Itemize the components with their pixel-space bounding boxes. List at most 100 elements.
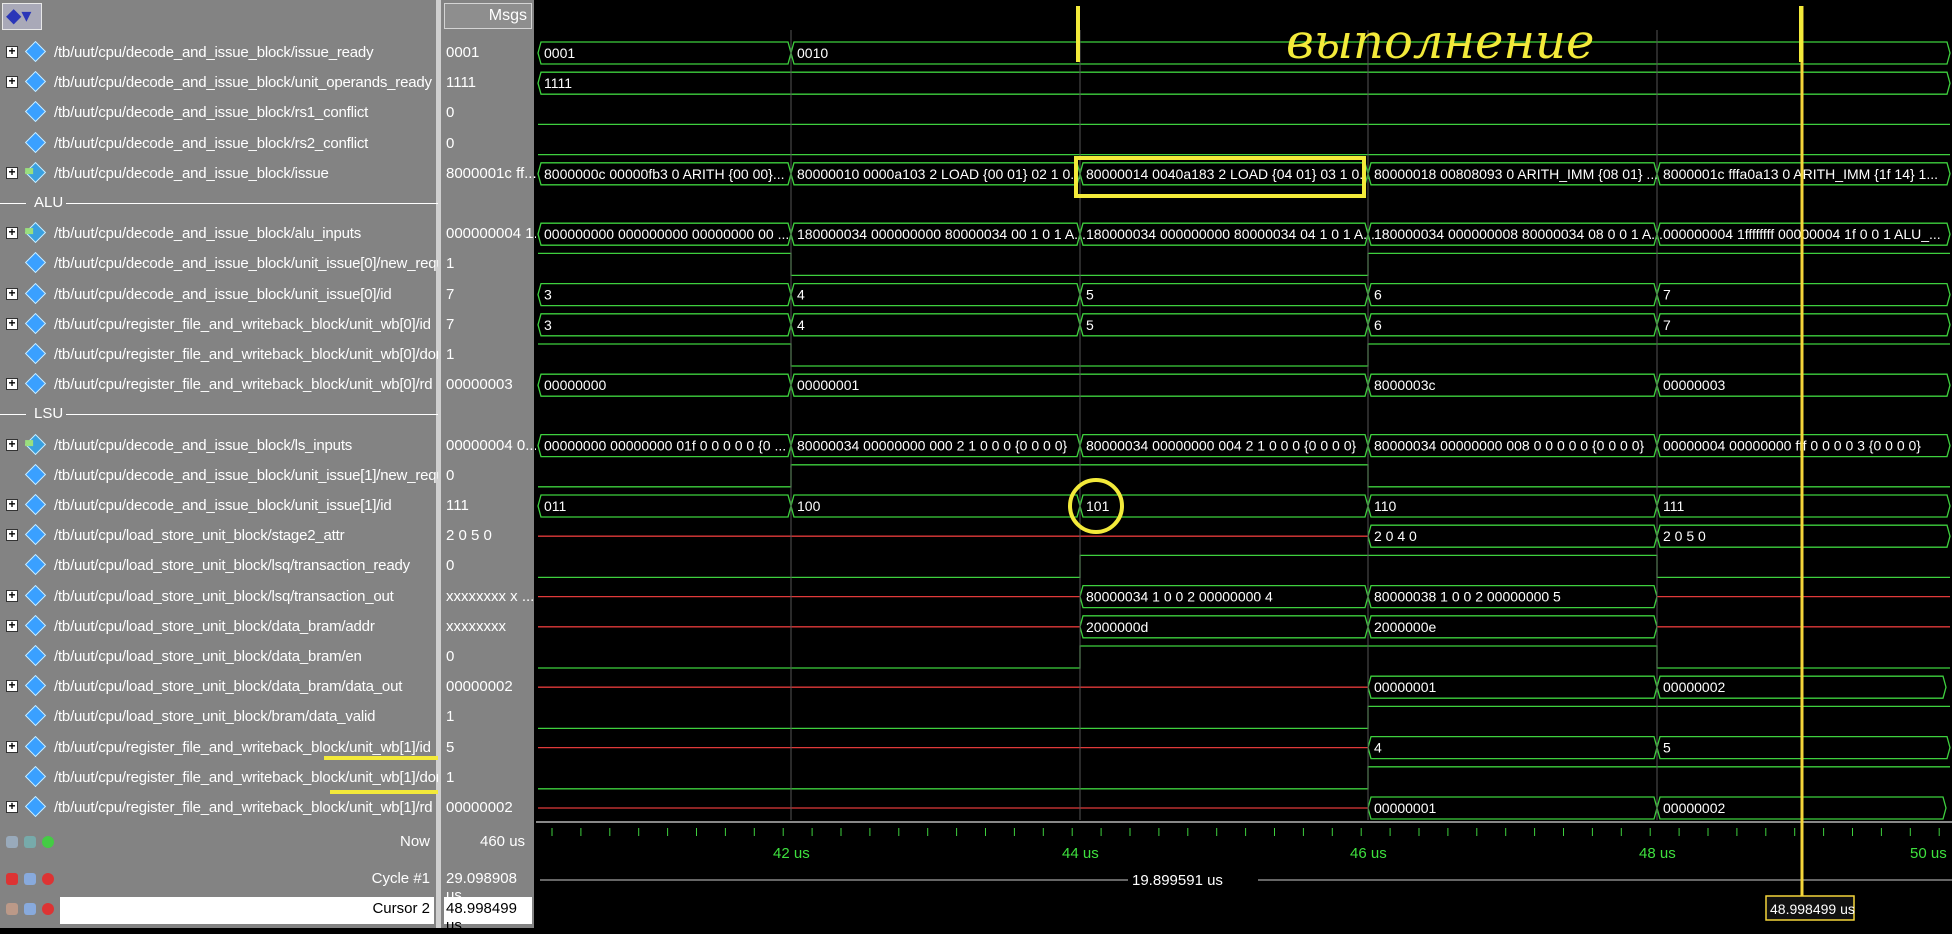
signal-value: 1 (446, 255, 455, 273)
signal-row[interactable]: /tb/uut/cpu/load_store_unit_block/lsq/tr… (0, 551, 438, 581)
signal-value: 1 (446, 768, 455, 786)
signal-value: xxxxxxxx (446, 617, 506, 635)
signal-value: 0 (446, 104, 455, 122)
expand-icon[interactable]: + (6, 740, 18, 753)
signal-row[interactable]: /tb/uut/cpu/decode_and_issue_block/rs1_c… (0, 98, 438, 128)
issue1-id-wave-2-label: 101 (1086, 498, 1110, 514)
ls-inputs-wave-3-label: 80000034 00000000 008 0 0 0 0 0 {0 0 0 0… (1374, 438, 1644, 454)
signal-row[interactable]: /tb/uut/cpu/decode_and_issue_block/unit_… (0, 461, 464, 491)
issue1-id-wave-0-label: 011 (544, 498, 567, 514)
issue1-id-wave-0-segment (537, 494, 792, 518)
signal-row[interactable]: /tb/uut/cpu/load_store_unit_block/bram/d… (0, 702, 438, 732)
expand-icon[interactable]: + (6, 619, 18, 632)
expand-icon[interactable]: + (6, 800, 18, 813)
signal-icon (24, 373, 47, 395)
signal-icon (24, 795, 47, 818)
signal-icon (24, 463, 47, 485)
signal-row[interactable]: + /tb/uut/cpu/register_file_and_writeback… (0, 793, 438, 823)
expand-icon[interactable]: + (6, 589, 18, 602)
signal-icon (24, 161, 47, 183)
layers-icon[interactable]: ◆▾ (2, 3, 42, 30)
annotation-handwritten: выполнение (1286, 14, 1594, 70)
expand-icon[interactable]: + (6, 75, 18, 89)
bram-addr-1-label: 2000000e (1374, 619, 1437, 635)
signal-row[interactable]: /tb/uut/cpu/decode_and_issue_block/rs2_c… (0, 129, 438, 159)
signal-value: 111 (446, 497, 469, 514)
expand-icon[interactable]: + (6, 377, 18, 391)
signal-path: /tb/uut/cpu/decode_and_issue_block/issue… (54, 44, 374, 61)
signal-row[interactable]: + /tb/uut/cpu/register_file_and_writeback… (0, 310, 438, 340)
signal-row[interactable]: + /tb/uut/cpu/decode_and_issue_block/unit… (0, 68, 438, 98)
cursor2-value: 48.998499 us (446, 900, 517, 934)
ls-inputs-wave-4-label: 00000004 00000000 fff 0 0 0 0 3 {0 0 0 0… (1663, 438, 1921, 454)
signal-icon (24, 71, 47, 93)
signal-icon (24, 614, 47, 636)
expand-icon[interactable]: + (6, 226, 18, 240)
group-divider-lsu: LSU (0, 400, 438, 430)
group-divider-alu: ALU (0, 189, 438, 219)
signal-row[interactable]: /tb/uut/cpu/decode_and_issue_block/unit_… (0, 249, 464, 279)
signal-icon (24, 40, 47, 63)
expand-icon[interactable]: + (6, 45, 18, 58)
signal-value: 0 (446, 648, 455, 665)
signal-path: /tb/uut/cpu/decode_and_issue_block/unit_… (54, 255, 464, 273)
bram-data-out-0-label: 00000001 (1374, 679, 1437, 695)
signal-value: 00000003 (446, 376, 513, 394)
signal-row[interactable]: /tb/uut/cpu/load_store_unit_block/data_b… (0, 642, 438, 672)
now-value-row: 460 us (0, 827, 534, 857)
signal-row[interactable]: + /tb/uut/cpu/load_store_unit_block/lsq/t… (0, 582, 438, 612)
wb1-id-0-label: 4 (1374, 740, 1382, 756)
wb0-id-wave-3-segment (1367, 313, 1658, 337)
group-label: LSU (34, 405, 64, 423)
issue0-id-wave-3-label: 6 (1374, 287, 1382, 303)
signal-row[interactable]: /tb/uut/cpu/register_file_and_writeback_… (0, 763, 452, 793)
expand-icon[interactable]: + (6, 166, 18, 179)
alu-inputs-wave-2-label: 180000034 000000000 80000034 04 1 0 1 A.… (1086, 226, 1375, 242)
signal-path: /tb/uut/cpu/decode_and_issue_block/alu_i… (54, 225, 362, 243)
signal-path: /tb/uut/cpu/register_file_and_writeback_… (54, 315, 431, 333)
signal-value: 1 (446, 346, 455, 363)
signal-row[interactable]: + /tb/uut/cpu/decode_and_issue_block/issu… (0, 38, 438, 68)
signal-row[interactable]: + /tb/uut/cpu/decode_and_issue_block/ls_i… (0, 431, 438, 461)
signal-path: /tb/uut/cpu/register_file_and_writeback_… (54, 376, 433, 394)
expand-icon[interactable]: + (6, 317, 18, 330)
signal-icon (24, 524, 47, 546)
stage2-attr-0-label: 2 0 4 0 (1374, 528, 1417, 544)
signal-value: 0001 (446, 44, 480, 61)
signal-path: /tb/uut/cpu/decode_and_issue_block/rs2_c… (54, 134, 369, 152)
issue0-new-request-wave (538, 252, 1950, 277)
signal-icon (24, 101, 47, 123)
signal-path: /tb/uut/cpu/decode_and_issue_block/ls_in… (54, 436, 353, 454)
signal-row[interactable]: + /tb/uut/cpu/register_file_and_writeback… (0, 370, 438, 400)
expand-icon[interactable]: + (6, 287, 18, 300)
issue-wave-1-label: 80000010 0000a103 2 LOAD {00 01} 02 1 0.… (797, 166, 1082, 182)
expand-icon[interactable]: + (6, 679, 18, 693)
wb0-rd-wave-3-label: 00000003 (1663, 377, 1726, 393)
now-value: 460 us (480, 833, 526, 850)
signal-icon (24, 433, 47, 455)
waveform-canvas[interactable]: 0001 0010 1111 8000000c 00000fb3 0 ARITH {0… (536, 0, 1952, 928)
expand-icon[interactable]: + (6, 528, 18, 542)
signal-row[interactable]: + /tb/uut/cpu/decode_and_issue_block/unit… (0, 491, 438, 521)
signal-row[interactable]: + /tb/uut/cpu/decode_and_issue_block/issu… (0, 159, 438, 189)
transaction-ready-wave (538, 554, 1950, 579)
issue0-id-wave-4-label: 7 (1663, 287, 1671, 303)
expand-icon[interactable]: + (6, 438, 18, 451)
signal-path: /tb/uut/cpu/decode_and_issue_block/unit_… (54, 497, 392, 514)
signal-row[interactable]: /tb/uut/cpu/register_file_and_writeback_… (0, 340, 452, 370)
signal-row[interactable]: + /tb/uut/cpu/load_store_unit_block/stage… (0, 521, 438, 551)
ls-inputs-wave-0-label: 00000000 00000000 01f 0 0 0 0 0 {0 ... (544, 438, 786, 454)
cursor2-value-row: 48.998499 us (0, 894, 534, 934)
expand-icon[interactable]: + (6, 498, 18, 511)
bram-data-valid-wave (538, 705, 1950, 730)
signal-value: 1111 (446, 74, 477, 92)
waveform-pane[interactable]: 0001 0010 1111 8000000c 00000fb3 0 ARITH {0… (536, 0, 1952, 928)
signal-row[interactable]: + /tb/uut/cpu/load_store_unit_block/data_… (0, 612, 438, 642)
signal-path: /tb/uut/cpu/decode_and_issue_block/unit_… (54, 74, 432, 92)
issue0-id-wave-1-label: 4 (797, 287, 805, 303)
signal-row[interactable]: + /tb/uut/cpu/decode_and_issue_block/unit… (0, 280, 438, 310)
tick-label-3: 48 us (1639, 845, 1676, 862)
signal-row[interactable]: + /tb/uut/cpu/load_store_unit_block/data_… (0, 672, 438, 702)
signal-row[interactable]: + /tb/uut/cpu/decode_and_issue_block/alu_… (0, 219, 438, 249)
wb0-rd-wave-2-label: 8000003c (1374, 377, 1436, 393)
